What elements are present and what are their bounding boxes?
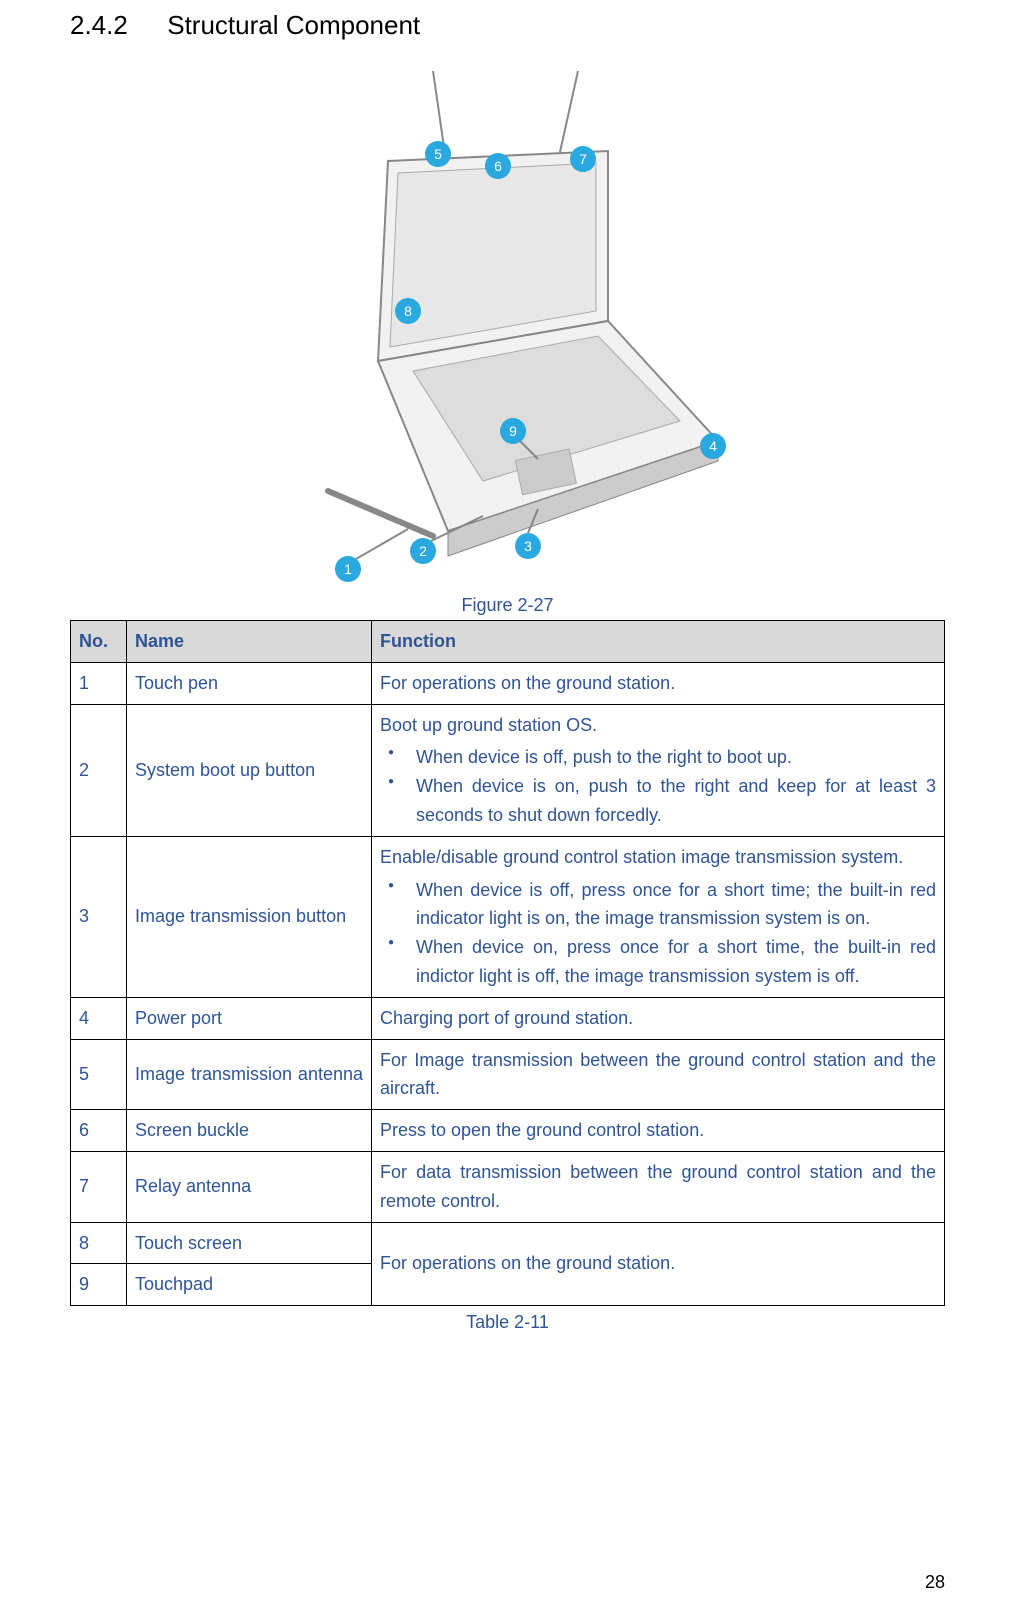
cell-function: Press to open the ground control station…	[372, 1110, 945, 1152]
callout-4: 4	[700, 433, 726, 459]
cell-name: Relay antenna	[127, 1151, 372, 1222]
svg-text:1: 1	[344, 561, 352, 577]
list-item: When device is off, press once for a sho…	[416, 876, 936, 934]
svg-text:5: 5	[434, 146, 442, 162]
table-row: 6 Screen buckle Press to open the ground…	[71, 1110, 945, 1152]
cell-function: Enable/disable ground control station im…	[372, 836, 945, 997]
cell-function: For operations on the ground station.	[372, 1222, 945, 1306]
col-header-function: Function	[372, 621, 945, 663]
func-list: When device is off, push to the right to…	[380, 743, 936, 829]
callout-5: 5	[425, 141, 451, 167]
cell-no: 3	[71, 836, 127, 997]
cell-no: 6	[71, 1110, 127, 1152]
svg-text:7: 7	[579, 151, 587, 167]
cell-no: 8	[71, 1222, 127, 1264]
col-header-no: No.	[71, 621, 127, 663]
cell-name: Touch screen	[127, 1222, 372, 1264]
callout-7: 7	[570, 146, 596, 172]
device-svg: 1 2 3 4 5	[238, 61, 778, 591]
table-row: 4 Power port Charging port of ground sta…	[71, 997, 945, 1039]
svg-text:2: 2	[419, 543, 427, 559]
figure: 1 2 3 4 5	[70, 61, 945, 616]
svg-text:6: 6	[494, 158, 502, 174]
table-caption: Table 2-11	[70, 1312, 945, 1333]
table-row: 8 Touch screen For operations on the gro…	[71, 1222, 945, 1264]
table-row: 3 Image transmission button Enable/disab…	[71, 836, 945, 997]
page-number: 28	[925, 1572, 945, 1593]
cell-function: For data transmission between the ground…	[372, 1151, 945, 1222]
section-heading: 2.4.2 Structural Component	[70, 10, 945, 41]
cell-function: Charging port of ground station.	[372, 997, 945, 1039]
cell-name: Screen buckle	[127, 1110, 372, 1152]
cell-no: 4	[71, 997, 127, 1039]
table-row: 5 Image transmission antenna For Image t…	[71, 1039, 945, 1110]
callout-1: 1	[335, 529, 408, 582]
callout-6: 6	[485, 153, 511, 179]
cell-no: 5	[71, 1039, 127, 1110]
list-item: When device is off, push to the right to…	[416, 743, 936, 772]
list-item: When device on, press once for a short t…	[416, 933, 936, 991]
callout-8: 8	[395, 298, 421, 324]
cell-name: Image transmission antenna	[127, 1039, 372, 1110]
device-illustration: 1 2 3 4 5	[238, 61, 778, 591]
cell-no: 2	[71, 704, 127, 836]
touch-pen-icon	[328, 491, 433, 536]
func-intro: Enable/disable ground control station im…	[380, 843, 936, 872]
list-item: When device is on, push to the right and…	[416, 772, 936, 830]
antenna-right-icon	[558, 71, 578, 161]
cell-name: Power port	[127, 997, 372, 1039]
table-row: 2 System boot up button Boot up ground s…	[71, 704, 945, 836]
svg-text:3: 3	[524, 538, 532, 554]
svg-text:9: 9	[509, 423, 517, 439]
table-row: 1 Touch pen For operations on the ground…	[71, 662, 945, 704]
page: 2.4.2 Structural Component	[0, 10, 1015, 1623]
cell-function: For Image transmission between the groun…	[372, 1039, 945, 1110]
section-number: 2.4.2	[70, 10, 160, 41]
section-title: Structural Component	[167, 10, 420, 40]
table-row: 7 Relay antenna For data transmission be…	[71, 1151, 945, 1222]
cell-no: 1	[71, 662, 127, 704]
cell-function: For operations on the ground station.	[372, 662, 945, 704]
table-header-row: No. Name Function	[71, 621, 945, 663]
cell-name: Image transmission button	[127, 836, 372, 997]
cell-name: Touch pen	[127, 662, 372, 704]
cell-name: System boot up button	[127, 704, 372, 836]
figure-caption: Figure 2-27	[70, 595, 945, 616]
svg-text:4: 4	[709, 438, 717, 454]
func-intro: Boot up ground station OS.	[380, 711, 936, 740]
cell-no: 9	[71, 1264, 127, 1306]
col-header-name: Name	[127, 621, 372, 663]
func-list: When device is off, press once for a sho…	[380, 876, 936, 991]
svg-text:8: 8	[404, 303, 412, 319]
component-table: No. Name Function 1 Touch pen For operat…	[70, 620, 945, 1306]
cell-function: Boot up ground station OS. When device i…	[372, 704, 945, 836]
cell-name: Touchpad	[127, 1264, 372, 1306]
cell-no: 7	[71, 1151, 127, 1222]
